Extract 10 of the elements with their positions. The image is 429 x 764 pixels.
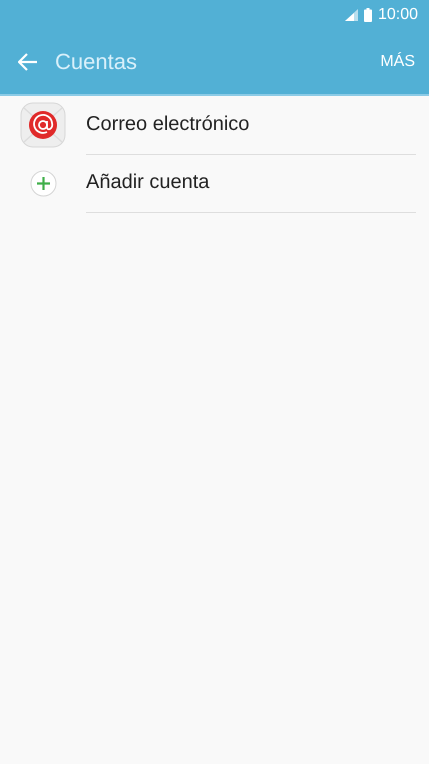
account-item[interactable]: Correo electrónico [86, 113, 250, 136]
battery-icon [364, 8, 372, 22]
account-item[interactable]: Añadir cuenta [86, 171, 210, 194]
email-app-icon [20, 102, 66, 148]
screen-title: Cuentas [55, 49, 138, 75]
status-time: 10:00 [378, 6, 418, 24]
add-icon [30, 170, 56, 196]
back-button[interactable] [18, 53, 38, 71]
back-arrow-icon [18, 53, 38, 71]
signal-icon [344, 9, 358, 21]
